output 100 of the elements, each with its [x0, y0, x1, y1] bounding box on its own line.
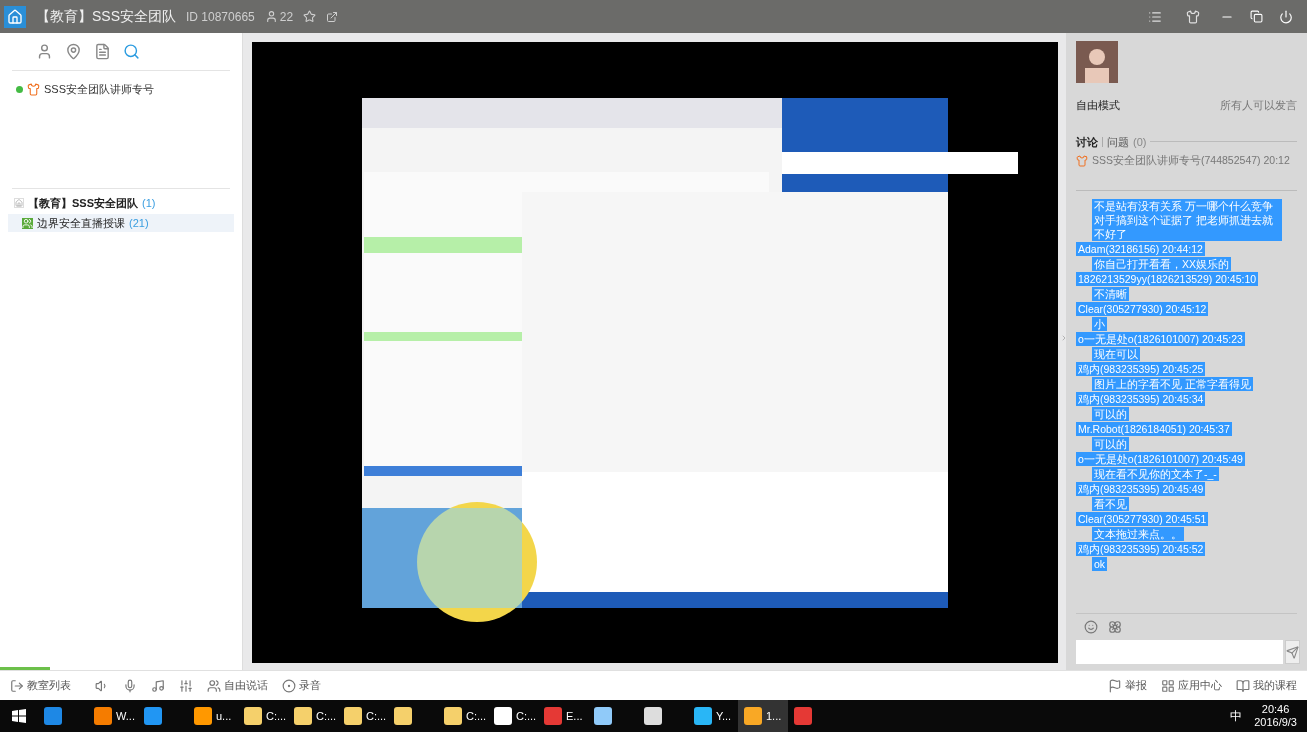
- restore-icon[interactable]: [1250, 10, 1263, 23]
- taskbar-app[interactable]: E...: [538, 700, 588, 732]
- message-text: 可以的: [1092, 436, 1129, 451]
- message-text: 不清晰: [1092, 286, 1129, 301]
- app-label: W...: [116, 708, 135, 724]
- message-sender: Clear(305277930) 20:45:51: [1076, 511, 1209, 526]
- music-icon: [151, 678, 165, 693]
- record-icon: [282, 678, 296, 693]
- app-icon: [794, 707, 812, 725]
- shirt-icon: [27, 82, 40, 96]
- chat-tab[interactable]: 讨论: [1076, 133, 1098, 150]
- user-icon[interactable]: [36, 43, 53, 60]
- app-icon: [94, 707, 112, 725]
- mixer-icon: [179, 678, 193, 693]
- message-sender: 1826213529yy(1826213529) 20:45:10: [1076, 271, 1259, 286]
- message-input[interactable]: [1076, 640, 1283, 664]
- start-icon[interactable]: [12, 709, 26, 723]
- room-item[interactable]: 边界安全直播授课 (21): [8, 214, 234, 232]
- group-icon: [22, 217, 33, 229]
- message-sender: Mr.Robot(1826184051) 20:45:37: [1076, 421, 1232, 436]
- message-text: 不是站有没有关系 万一哪个什么竞争对手搞到这个证据了 把老师抓进去就不好了: [1092, 198, 1282, 241]
- message-text: 图片上的字看不见 正常字看得见: [1092, 376, 1253, 391]
- message-text: 现在看不见你的文本了-_-: [1092, 466, 1219, 481]
- apps-button[interactable]: 应用中心: [1161, 677, 1222, 694]
- record-button[interactable]: 录音: [282, 677, 321, 694]
- channel-count: (1): [142, 195, 156, 211]
- send-icon: [1286, 645, 1299, 659]
- app-label: u...: [216, 708, 232, 724]
- apps-icon: [1161, 678, 1175, 693]
- message-text: 看不见: [1092, 496, 1129, 511]
- star-icon[interactable]: [303, 10, 317, 23]
- taskbar-app[interactable]: W...: [88, 700, 138, 732]
- app-icon: [144, 707, 162, 725]
- search-icon[interactable]: [123, 43, 140, 60]
- app-icon: [694, 707, 712, 725]
- room-name: 边界安全直播授课: [37, 215, 125, 231]
- menu-icon[interactable]: [1148, 9, 1162, 24]
- message-sender: o一无是处o(1826101007) 20:45:49: [1076, 451, 1245, 466]
- avatar: [1076, 41, 1118, 83]
- room-count: (21): [129, 215, 149, 231]
- power-icon[interactable]: [1279, 9, 1293, 24]
- app-icon: [644, 707, 662, 725]
- mic-icon: [123, 678, 137, 693]
- chat-tab[interactable]: 问题: [1107, 133, 1129, 150]
- app-label: C:...: [366, 708, 387, 724]
- taskbar-app[interactable]: u...: [188, 700, 238, 732]
- exit-icon: [10, 678, 24, 693]
- app-label: C:...: [266, 708, 287, 724]
- app-label: Y...: [716, 708, 732, 724]
- app-label: E...: [566, 708, 583, 724]
- skin-icon[interactable]: [1186, 9, 1200, 24]
- doc-icon[interactable]: [94, 43, 111, 60]
- app-label: C:...: [516, 708, 537, 724]
- courses-button[interactable]: 我的课程: [1236, 677, 1297, 694]
- taskbar-app[interactable]: C:...: [488, 700, 538, 732]
- share-icon[interactable]: [326, 10, 339, 23]
- exit-button[interactable]: 教室列表: [10, 677, 71, 694]
- report-icon: [1108, 678, 1122, 693]
- question-count: (0): [1133, 134, 1147, 150]
- taskbar-app[interactable]: 1...: [738, 700, 788, 732]
- member-count: 22: [279, 8, 294, 26]
- clock-date: 2016/9/3: [1254, 716, 1297, 729]
- pin-icon[interactable]: [65, 43, 82, 60]
- message-sender: 鸡内(983235395) 20:45:49: [1076, 481, 1206, 496]
- app-icon: [744, 707, 762, 725]
- home-icon[interactable]: [4, 5, 26, 28]
- member-icon: [264, 10, 278, 23]
- send-button[interactable]: [1285, 640, 1300, 664]
- app-icon: [244, 707, 262, 725]
- channel-name[interactable]: 【教育】SSS安全团队: [28, 194, 138, 211]
- taskbar-app[interactable]: Y...: [688, 700, 738, 732]
- taskbar-app[interactable]: C:...: [288, 700, 338, 732]
- message-sender: o一无是处o(1826101007) 20:45:23: [1076, 331, 1245, 346]
- talk-icon: [207, 678, 221, 693]
- app-icon: [594, 707, 612, 725]
- report-button[interactable]: 举报: [1108, 677, 1147, 694]
- mic-button[interactable]: [123, 678, 137, 693]
- window-title: 【教育】SSS安全团队: [36, 7, 176, 26]
- music-button[interactable]: [151, 678, 165, 693]
- permission-label: 所有人可以发言: [1220, 98, 1297, 113]
- pinned-message: SSS安全团队讲师专号(744852547) 20:12: [1092, 153, 1290, 168]
- taskbar-app[interactable]: C:...: [438, 700, 488, 732]
- mixer-button[interactable]: [179, 678, 193, 693]
- message-text: 你自己打开看看，XX娱乐的: [1092, 256, 1231, 271]
- taskbar-app[interactable]: C:...: [338, 700, 388, 732]
- message-sender: 鸡内(983235395) 20:45:34: [1076, 391, 1206, 406]
- app-icon: [494, 707, 512, 725]
- app-icon: [294, 707, 312, 725]
- message-text: 现在可以: [1092, 346, 1140, 361]
- app-icon: [194, 707, 212, 725]
- flower-icon[interactable]: [1108, 620, 1122, 634]
- talk-button[interactable]: 自由说话: [207, 677, 268, 694]
- shirt-icon: [1076, 154, 1088, 167]
- taskbar-app[interactable]: C:...: [238, 700, 288, 732]
- room-id: ID 10870665: [186, 8, 255, 26]
- message-text: 可以的: [1092, 406, 1129, 421]
- app-label: C:...: [466, 708, 487, 724]
- ime-indicator[interactable]: 中: [1230, 707, 1243, 725]
- teacher-name[interactable]: SSS安全团队讲师专号: [44, 81, 154, 98]
- emoji-icon[interactable]: [1084, 620, 1098, 634]
